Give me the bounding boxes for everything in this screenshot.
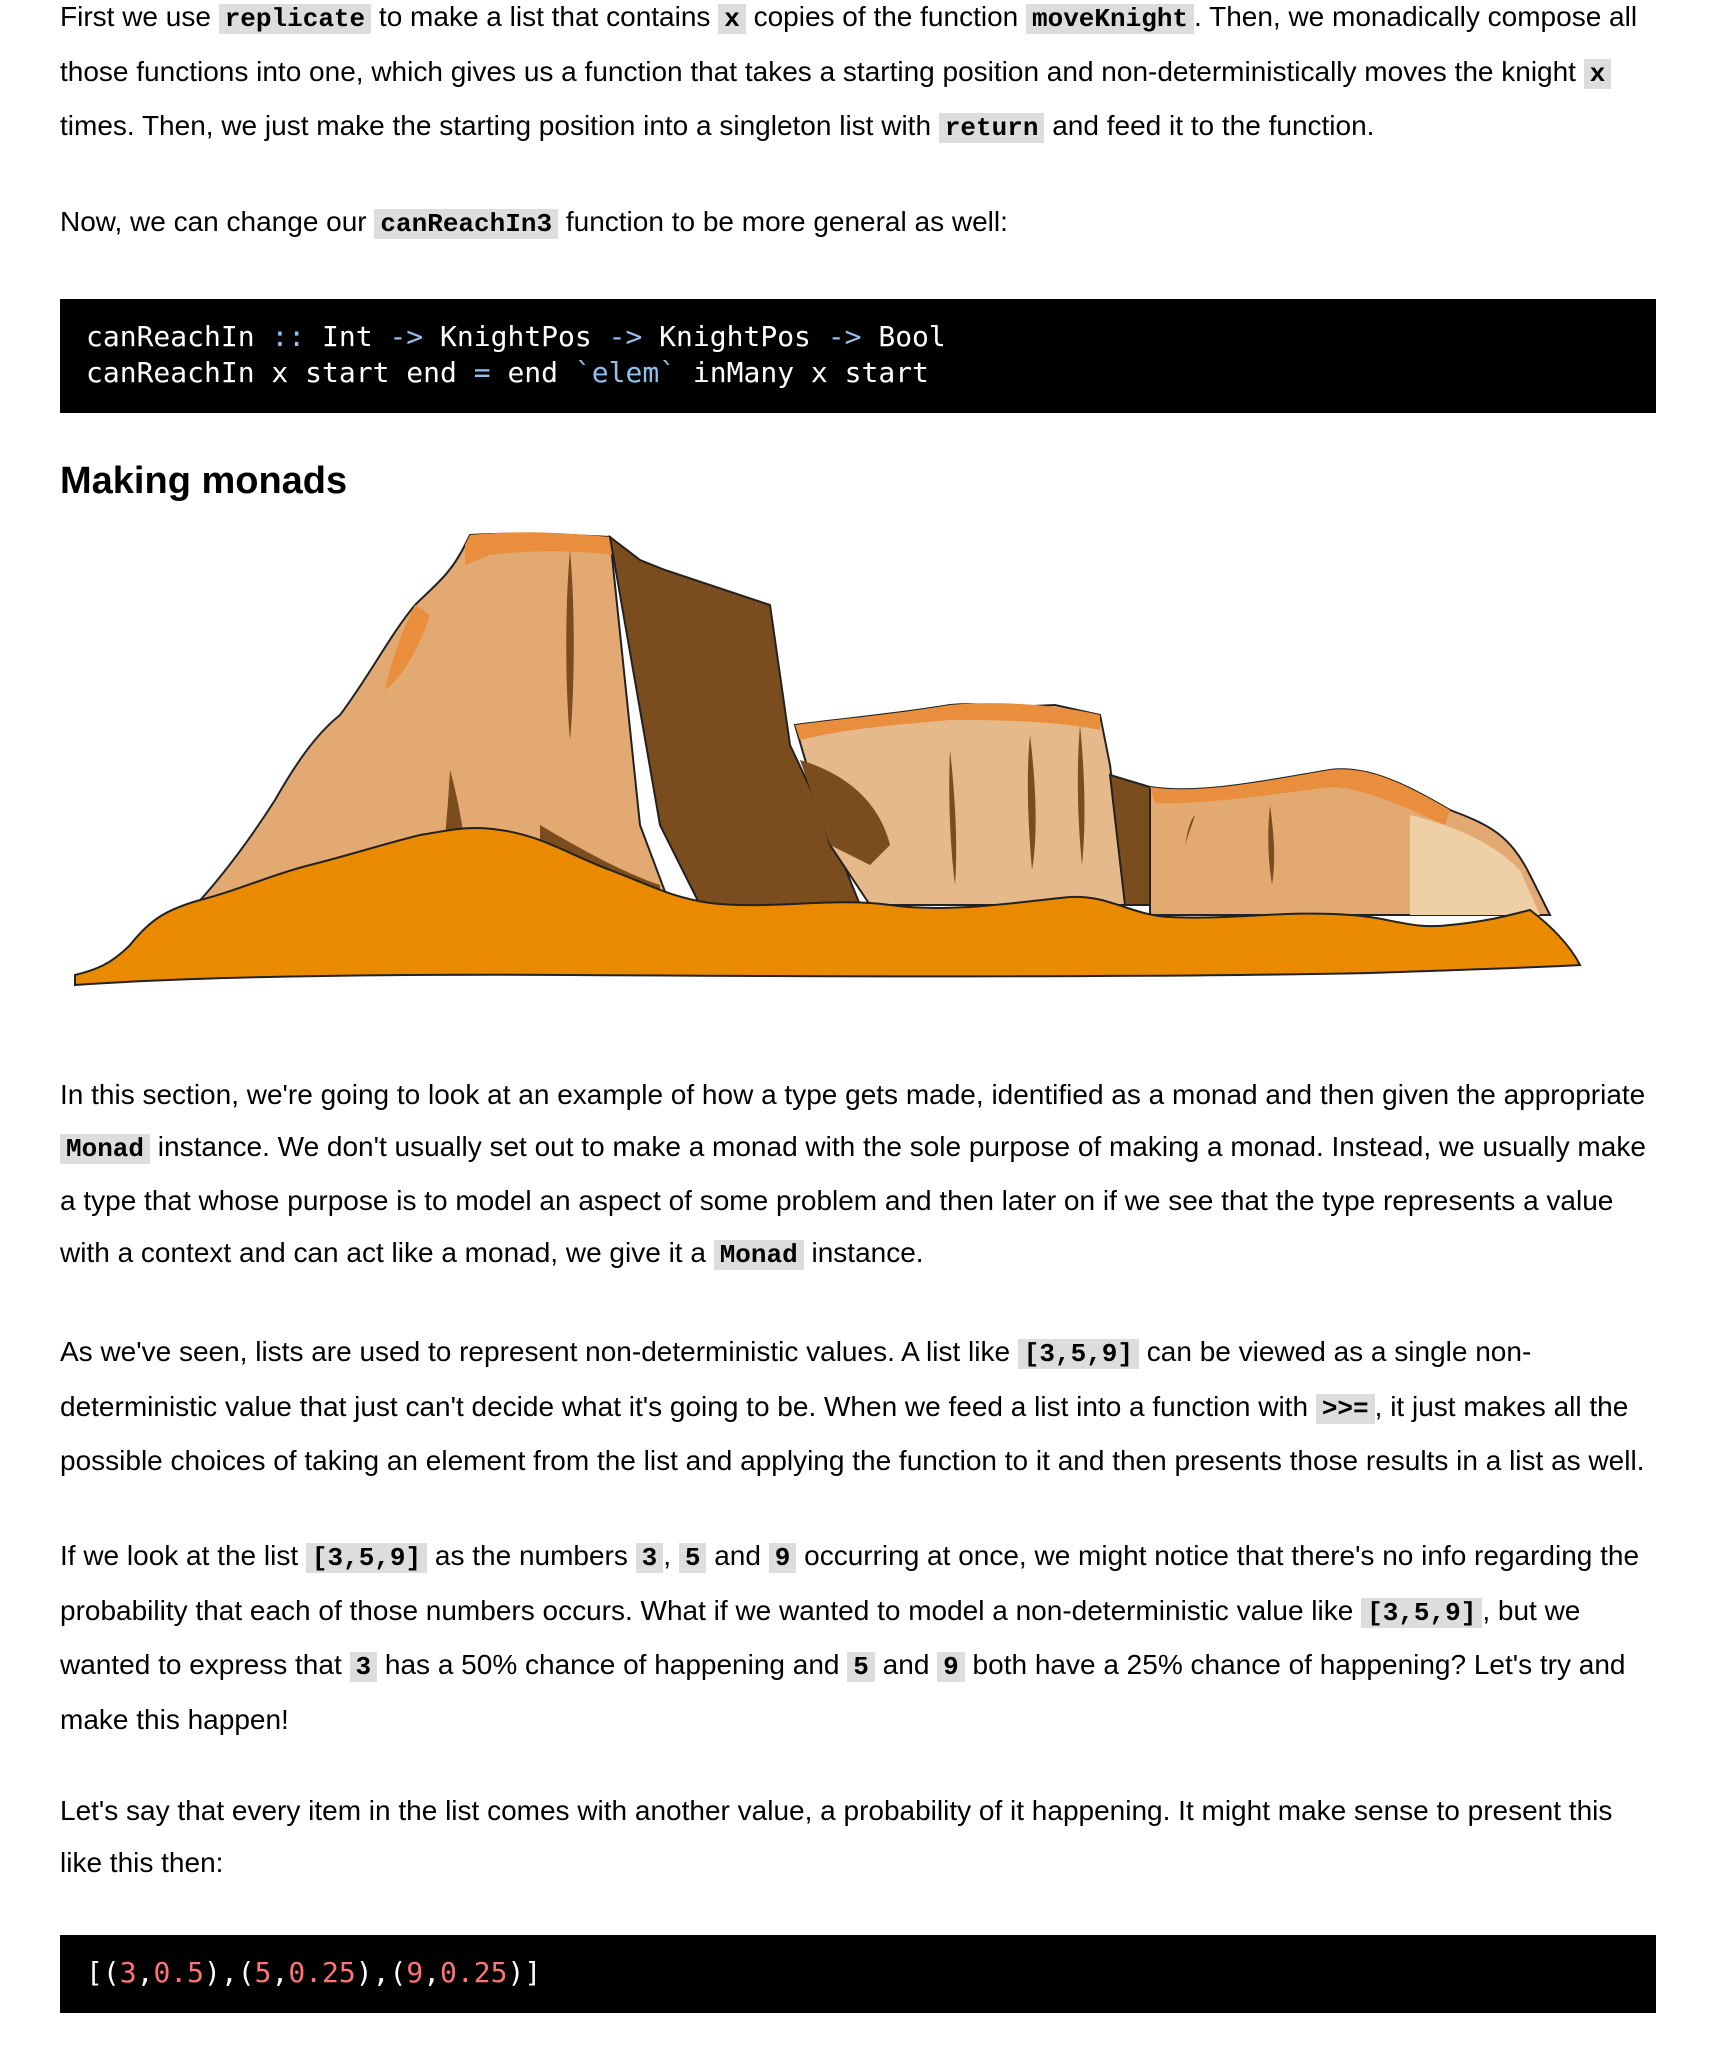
inline-code: x xyxy=(1583,58,1612,89)
text: If we look at the list xyxy=(60,1540,306,1571)
text: instance. xyxy=(803,1236,924,1268)
text: times. Then, we just make the starting p… xyxy=(60,110,939,141)
code-token: ),( xyxy=(204,1956,255,1989)
text: Let's say that every item in the list co… xyxy=(60,1795,1613,1878)
paragraph-canreachin: Now, we can change our canReachIn3 funct… xyxy=(60,196,1656,251)
text: and xyxy=(874,1649,938,1680)
code-token: KnightPos xyxy=(423,320,609,353)
paragraph-probability: If we look at the list [3,5,9] as the nu… xyxy=(60,1530,1656,1745)
inline-code: 5 xyxy=(678,1543,707,1573)
paragraph-replicate: First we use replicate to make a list th… xyxy=(60,0,1656,155)
inline-code: x xyxy=(718,4,746,34)
code-token: ),( xyxy=(355,1956,407,1989)
inline-code: moveKnight xyxy=(1026,4,1195,34)
inline-code: 3 xyxy=(635,1543,664,1573)
code-token: KnightPos xyxy=(642,320,828,353)
code-operator: = xyxy=(473,356,491,389)
code-number: 0.5 xyxy=(153,1956,205,1989)
code-token: inMany x start xyxy=(676,356,929,389)
text: and feed it to the function. xyxy=(1044,110,1375,141)
code-token: end xyxy=(490,356,575,389)
code-token: [( xyxy=(86,1956,120,1989)
text: to make a list that contains xyxy=(371,1,719,32)
code-block-probability-list: [(3,0.5),(5,0.25),(9,0.25)] xyxy=(60,1935,1656,2013)
code-token: canReachIn x start end xyxy=(86,356,474,389)
text: First we use xyxy=(60,1,219,32)
inline-code: 9 xyxy=(768,1543,797,1573)
inline-code: 5 xyxy=(847,1652,875,1682)
text: In this section, we're going to look at … xyxy=(60,1079,1646,1110)
text: , xyxy=(663,1540,679,1571)
inline-code: Monad xyxy=(713,1239,804,1270)
section-heading: Making monads xyxy=(60,460,348,502)
inline-code: [3,5,9] xyxy=(1017,1339,1140,1369)
inline-code: return xyxy=(938,113,1045,143)
code-operator: -> xyxy=(827,320,862,353)
inline-code: [3,5,9] xyxy=(1361,1597,1483,1628)
code-number: 0.25 xyxy=(440,1956,508,1989)
paragraph-making-monads-intro: In this section, we're going to look at … xyxy=(60,1069,1656,1281)
text: Now, we can change our xyxy=(60,206,375,237)
code-token: canReachIn xyxy=(86,320,272,353)
inline-code: 9 xyxy=(937,1652,965,1682)
code-operator: -> xyxy=(608,320,643,353)
rock-formation-illustration xyxy=(74,532,1582,987)
inline-code: [3,5,9] xyxy=(305,1543,428,1573)
code-token: , xyxy=(136,1956,154,1989)
code-token: , xyxy=(271,1956,289,1989)
code-block-canreachin: canReachIn :: Int -> KnightPos -> Knight… xyxy=(60,299,1656,413)
code-token: )] xyxy=(507,1956,542,1989)
inline-code: canReachIn3 xyxy=(374,209,559,239)
inline-code: 3 xyxy=(349,1652,378,1682)
paragraph-lists-nondeterminism: As we've seen, lists are used to represe… xyxy=(60,1326,1656,1487)
inline-code: replicate xyxy=(218,4,372,34)
code-token: , xyxy=(423,1956,441,1989)
text: and xyxy=(706,1540,769,1571)
code-operator: :: xyxy=(271,320,306,353)
code-infix-function: `elem` xyxy=(574,356,677,389)
text: As we've seen, lists are used to represe… xyxy=(60,1336,1018,1367)
code-number: 9 xyxy=(406,1956,424,1989)
text: copies of the function xyxy=(745,1,1026,32)
code-number: 5 xyxy=(254,1956,272,1989)
code-operator: -> xyxy=(389,320,424,353)
code-token: Int xyxy=(305,320,390,353)
code-number: 0.25 xyxy=(288,1956,356,1989)
code-number: 3 xyxy=(119,1956,137,1989)
inline-code: >>= xyxy=(1315,1393,1375,1424)
paragraph-every-item: Let's say that every item in the list co… xyxy=(60,1785,1656,1888)
text: function to be more general as well: xyxy=(558,206,1008,237)
code-token: Bool xyxy=(861,320,946,353)
inline-code: Monad xyxy=(60,1133,151,1164)
text: as the numbers xyxy=(427,1540,636,1571)
text: has a 50% chance of happening and xyxy=(377,1649,848,1680)
